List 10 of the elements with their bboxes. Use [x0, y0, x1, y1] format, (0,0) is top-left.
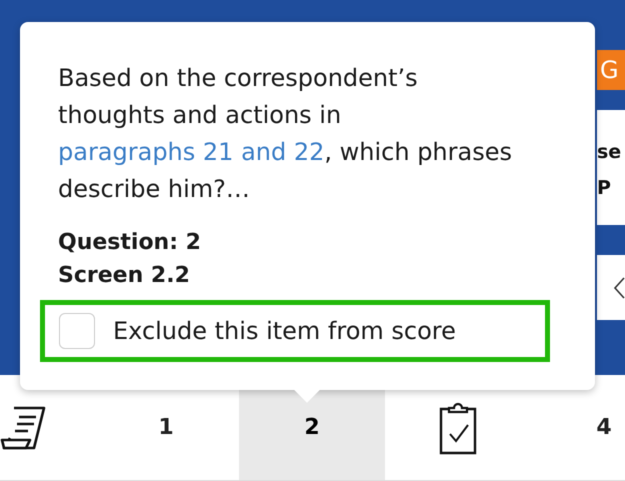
question-number: Question: 2 [58, 229, 202, 257]
exclude-checkbox[interactable]: Exclude this item from score [40, 300, 550, 362]
chevron-icon[interactable] [613, 276, 625, 300]
clipboard-check-icon [437, 400, 479, 454]
paragraphs-link[interactable]: paragraphs 21 and 22 [58, 138, 324, 166]
screen-number: Screen 2.2 [58, 262, 191, 290]
checkbox[interactable] [59, 313, 95, 349]
panel-text: P [597, 176, 612, 200]
panel-text: se [597, 140, 622, 164]
question-prompt: Based on the correspondent’s thoughts and actions in paragraphs 21 and 22, which phrases describe him?… [58, 63, 513, 205]
